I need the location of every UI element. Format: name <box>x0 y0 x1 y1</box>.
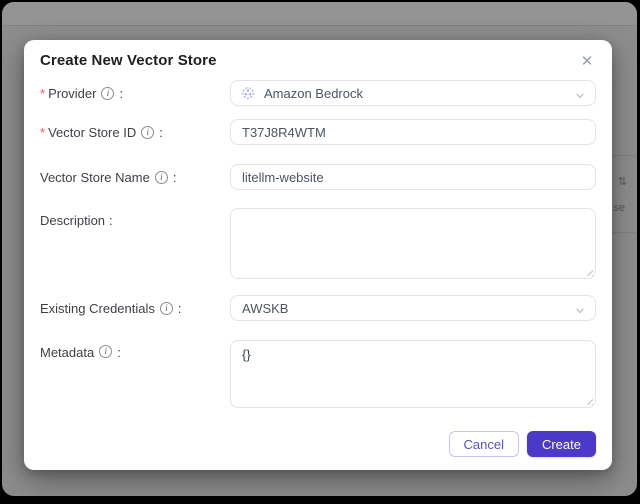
existing-credentials-selected-value: AWSKB <box>242 300 289 316</box>
sort-icon: ⇅ <box>617 176 627 188</box>
form-row-description: Description : <box>40 208 596 279</box>
chevron-down-icon <box>575 89 585 104</box>
close-icon[interactable]: ✕ <box>576 50 598 72</box>
label-colon: : <box>117 345 121 360</box>
label-colon: : <box>119 85 124 101</box>
amazon-bedrock-icon <box>240 85 256 101</box>
background-page-header <box>2 2 637 26</box>
metadata-label: Metadata i : <box>40 340 230 408</box>
form-row-metadata: Metadata i : {} <box>40 340 596 408</box>
description-label-text: Description <box>40 213 106 228</box>
existing-credentials-label: Existing Credentials i : <box>40 295 230 321</box>
info-icon[interactable]: i <box>154 170 168 184</box>
vector-store-name-input[interactable] <box>230 164 596 190</box>
vector-store-id-label: * Vector Store ID i : <box>40 119 230 145</box>
vector-store-id-input[interactable] <box>230 119 596 145</box>
background-truncated-text: se <box>613 202 625 214</box>
label-colon: : <box>172 169 177 185</box>
provider-label: * Provider i : <box>40 80 230 106</box>
create-vector-store-modal: Create New Vector Store ✕ * Provider i : <box>24 40 612 470</box>
info-icon[interactable]: i <box>159 301 173 315</box>
label-colon: : <box>109 213 113 228</box>
required-marker: * <box>40 124 46 140</box>
metadata-textarea[interactable]: {} <box>230 340 596 408</box>
metadata-label-text: Metadata <box>40 345 95 360</box>
cancel-button[interactable]: Cancel <box>448 431 519 457</box>
modal-footer: Cancel Create <box>448 431 596 457</box>
provider-select[interactable]: Amazon Bedrock <box>230 80 596 106</box>
info-icon[interactable]: i <box>101 86 115 100</box>
form-row-vector-store-name: Vector Store Name i : <box>40 164 596 190</box>
chevron-down-icon <box>575 304 585 319</box>
required-marker: * <box>40 85 46 101</box>
existing-credentials-select[interactable]: AWSKB <box>230 295 596 321</box>
info-icon[interactable]: i <box>99 345 113 358</box>
dimmed-page-overlay: ⇅ se Create New Vector Store ✕ * Provide… <box>2 2 637 496</box>
form-row-existing-credentials: Existing Credentials i : AWSKB <box>40 295 596 321</box>
provider-label-text: Provider <box>48 85 97 101</box>
vector-store-name-label: Vector Store Name i : <box>40 164 230 190</box>
create-button[interactable]: Create <box>526 431 596 457</box>
label-colon: : <box>159 124 163 140</box>
form-row-vector-store-id: * Vector Store ID i : <box>40 119 596 145</box>
provider-selected-value: Amazon Bedrock <box>264 85 363 101</box>
form-row-provider: * Provider i : Amazon Bedrock <box>40 80 596 106</box>
vector-store-id-label-text: Vector Store ID <box>48 124 137 140</box>
description-textarea[interactable] <box>230 208 596 279</box>
label-colon: : <box>177 300 182 316</box>
info-icon[interactable]: i <box>141 125 155 139</box>
existing-credentials-label-text: Existing Credentials <box>40 300 155 316</box>
description-label: Description : <box>40 208 230 279</box>
modal-title: Create New Vector Store <box>40 52 217 69</box>
vector-store-name-label-text: Vector Store Name <box>40 169 150 185</box>
